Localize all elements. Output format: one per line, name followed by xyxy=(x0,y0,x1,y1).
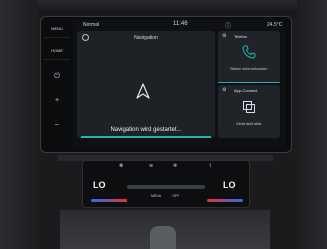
navigation-arrow-icon xyxy=(136,83,150,99)
minus-icon[interactable]: – xyxy=(52,120,62,130)
app-connect-status: Gerät nicht aktiv. xyxy=(235,122,262,126)
navigation-panel[interactable]: Navigation Navigation wird gestartet... xyxy=(77,31,215,138)
seat-heat-icon[interactable]: ≋ xyxy=(149,163,153,169)
dashboard-top xyxy=(0,0,327,14)
navigation-status-message: Navigation wird gestartet... xyxy=(110,127,182,133)
status-bar: Normal 11:46 ⓘ 24.5°C xyxy=(73,20,285,30)
telefon-accent-line xyxy=(218,82,280,83)
gear-selector xyxy=(150,226,176,249)
profile-label: Normal xyxy=(83,22,100,28)
plus-icon[interactable]: + xyxy=(52,96,62,106)
ac-icon[interactable]: ❄ xyxy=(173,163,177,169)
side-button-strip: MENU HOME ⏻ + – xyxy=(44,20,70,148)
app-connect-icon xyxy=(243,101,255,113)
defrost-icon[interactable]: ⌇ xyxy=(209,163,211,169)
climate-labels: MENU OFF xyxy=(151,194,179,198)
right-temp-slider[interactable] xyxy=(207,199,243,202)
phone-icon xyxy=(242,45,256,59)
telefon-tile[interactable]: ⚙ Telefon Telefon nicht verbunden. xyxy=(218,31,280,83)
climate-menu-button[interactable]: MENU xyxy=(151,194,161,198)
climate-control-panel: ❋ ≋ ❄ ⌇ LO LO MENU OFF xyxy=(82,160,250,208)
infotainment-screen: Normal 11:46 ⓘ 24.5°C Navigation Navigat… xyxy=(73,20,285,148)
left-temp-slider[interactable] xyxy=(91,199,127,202)
settings-icon: ⚙ xyxy=(222,33,227,39)
app-connect-tile[interactable]: ⚙ App-Connect Gerät nicht aktiv. xyxy=(218,85,280,138)
dashboard-right xyxy=(297,0,327,249)
dashboard-left xyxy=(0,0,38,249)
menu-button[interactable]: MENU xyxy=(44,20,70,38)
power-icon[interactable]: ⏻ xyxy=(52,72,62,82)
climate-icon-row: ❋ ≋ ❄ ⌇ xyxy=(113,163,223,173)
telefon-status: Telefon nicht verbunden. xyxy=(229,67,269,71)
app-connect-settings-icon: ⚙ xyxy=(222,87,227,93)
clock: 11:46 xyxy=(173,21,188,27)
telefon-title: Telefon xyxy=(234,34,247,39)
outside-temperature: 24.5°C xyxy=(267,22,283,28)
climate-off-button[interactable]: OFF xyxy=(172,194,179,198)
fan-speed-bar[interactable] xyxy=(127,185,205,189)
right-temperature[interactable]: LO xyxy=(223,180,236,190)
rear-defrost-icon[interactable]: ❋ xyxy=(119,163,123,169)
info-icon[interactable]: ⓘ xyxy=(225,21,231,30)
home-button[interactable]: HOME xyxy=(44,42,70,60)
navigation-title: Navigation xyxy=(134,35,158,41)
left-temperature[interactable]: LO xyxy=(93,180,106,190)
app-connect-title: App-Connect xyxy=(234,88,258,93)
navigation-progress-line xyxy=(81,136,211,138)
